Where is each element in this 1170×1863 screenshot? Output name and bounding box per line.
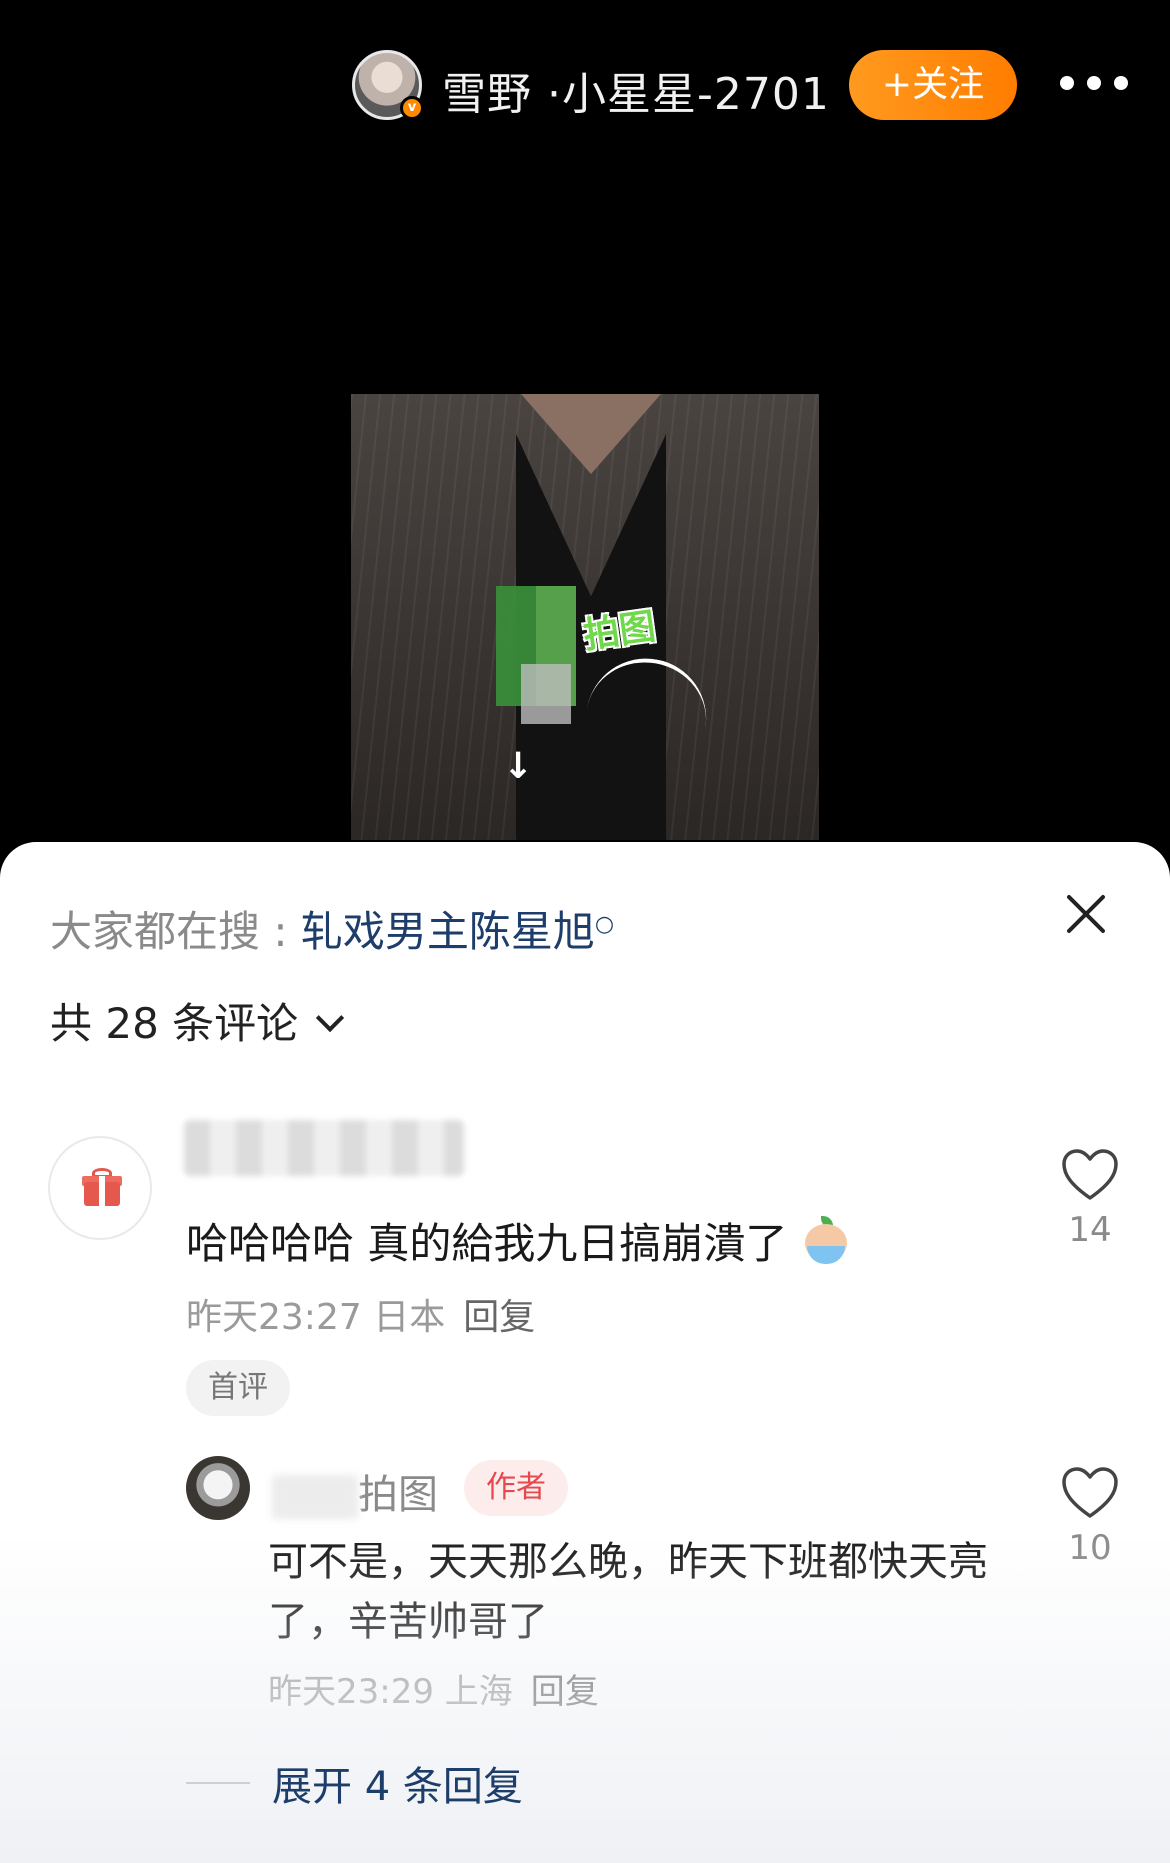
reply-text: 可不是，天天那么晚，昨天下班都快天亮了，辛苦帅哥了 [268, 1539, 988, 1645]
reply-avatar[interactable] [186, 1456, 250, 1520]
chevron-down-icon [316, 1003, 345, 1033]
like-button[interactable]: 10 [1060, 1466, 1120, 1568]
reply-button[interactable]: 回复 [531, 1672, 599, 1712]
mosaic-block [521, 664, 571, 724]
reply-time: 昨天23:29 上海 [268, 1672, 513, 1712]
first-comment-badge: 首评 [186, 1360, 290, 1416]
reply-button[interactable]: 回复 [463, 1297, 535, 1338]
expand-replies[interactable]: 展开 4 条回复 [186, 1754, 523, 1812]
reply-author-name[interactable]: 拍图 [272, 1462, 438, 1520]
like-count: 14 [1068, 1210, 1112, 1250]
reply-author-name-suffix: 拍图 [358, 1472, 438, 1518]
follow-button[interactable]: +关注 [849, 50, 1017, 120]
comment-count-sort[interactable]: 共 28 条评论 [50, 990, 345, 1051]
heart-icon [1062, 1149, 1118, 1200]
divider-line [186, 1782, 250, 1784]
gift-icon [82, 1168, 122, 1208]
arrow-down-icon: ↓ [503, 746, 534, 787]
heart-icon [1062, 1467, 1118, 1518]
hot-search-term[interactable]: 轧戏男主陈星旭 [301, 907, 595, 956]
hot-search-label: 大家都在搜 : [50, 907, 301, 956]
more-dots-icon[interactable] [1060, 72, 1128, 96]
like-button[interactable]: 14 [1060, 1148, 1120, 1250]
commenter-name-blurred[interactable] [184, 1120, 464, 1176]
author-badge: 作者 [464, 1460, 568, 1516]
comment-text-content: 哈哈哈哈 真的給我九日搞崩潰了 [186, 1219, 788, 1268]
verified-badge-icon: v [400, 96, 424, 120]
username[interactable]: 雪野 ·小星星-2701 [442, 58, 830, 122]
expand-replies-label: 展开 4 条回复 [272, 1764, 523, 1810]
crying-emoji-icon [801, 1215, 851, 1266]
top-bar: v 雪野 ·小星星-2701 +关注 [0, 0, 1170, 170]
comment-count-label: 共 28 条评论 [50, 999, 299, 1048]
search-icon: ○ [594, 912, 615, 937]
like-count: 10 [1068, 1528, 1112, 1568]
name-blur [272, 1475, 358, 1519]
comment-time: 昨天23:27 日本 [186, 1297, 446, 1338]
video-sticker-text: 拍图 [580, 606, 659, 657]
close-icon[interactable] [1060, 888, 1112, 940]
comment-text: 哈哈哈哈 真的給我九日搞崩潰了 [186, 1210, 851, 1272]
hot-search[interactable]: 大家都在搜 : 轧戏男主陈星旭○ [50, 898, 614, 959]
reply-meta: 昨天23:29 上海 回复 [268, 1664, 599, 1713]
comment-sheet: 大家都在搜 : 轧戏男主陈星旭○ 共 28 条评论 哈哈哈哈 真的給我九日搞崩潰… [0, 842, 1170, 1863]
comment-meta: 昨天23:27 日本 回复 [186, 1288, 535, 1340]
commenter-avatar[interactable] [48, 1136, 152, 1240]
video-thumbnail[interactable]: 拍图 ↓ [351, 394, 819, 840]
